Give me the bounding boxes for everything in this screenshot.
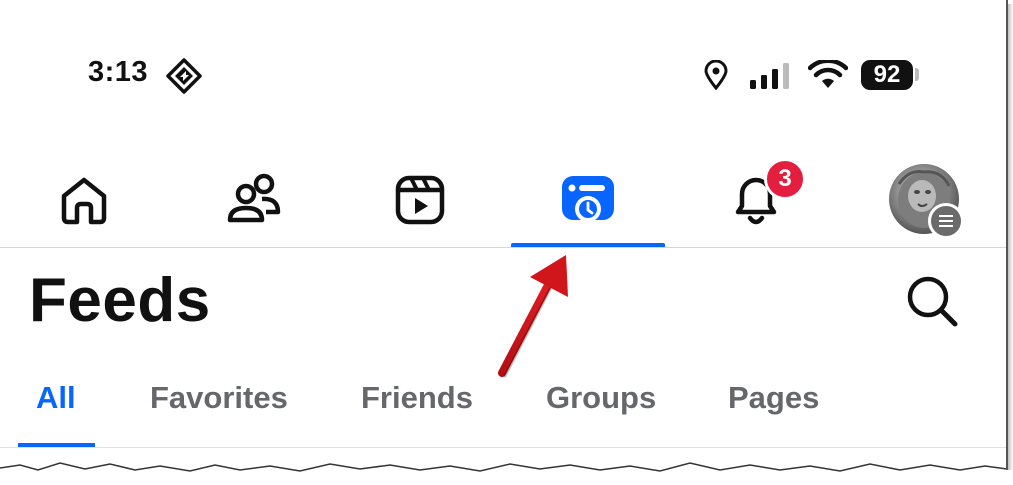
tab-favorites[interactable]: Favorites <box>150 380 288 416</box>
home-icon <box>61 177 107 225</box>
screenshot-frame: 3:13 92 3 Feeds All Favorites Friends Gr… <box>0 0 1013 485</box>
tab-all[interactable]: All <box>36 380 76 416</box>
signal-icon <box>750 63 789 89</box>
search-button[interactable] <box>902 272 962 332</box>
notification-badge: 3 <box>764 158 806 200</box>
nav-friends[interactable] <box>212 160 292 240</box>
location-icon <box>704 60 728 90</box>
tab-groups[interactable]: Groups <box>546 380 656 416</box>
feeds-icon <box>562 176 614 222</box>
page-title: Feeds <box>29 266 211 335</box>
battery-icon: 92 <box>861 60 913 90</box>
tab-pages[interactable]: Pages <box>728 380 819 416</box>
friends-icon <box>227 173 281 223</box>
frame-shadow <box>1008 4 1013 470</box>
status-time: 3:13 <box>88 56 149 88</box>
wifi-icon <box>808 60 848 88</box>
search-icon <box>907 276 958 327</box>
nav-video[interactable] <box>380 160 460 240</box>
menu-icon[interactable] <box>928 203 964 239</box>
focus-mode-icon <box>166 58 202 94</box>
annotation-arrow <box>498 255 568 378</box>
nav-home[interactable] <box>44 160 124 240</box>
torn-edge <box>0 462 1007 478</box>
tab-friends[interactable]: Friends <box>361 380 473 416</box>
battery-nub <box>915 68 919 81</box>
video-icon <box>395 175 445 225</box>
app-screen: 3:13 92 3 Feeds All Favorites Friends Gr… <box>0 0 1007 478</box>
nav-feeds[interactable] <box>548 160 628 240</box>
